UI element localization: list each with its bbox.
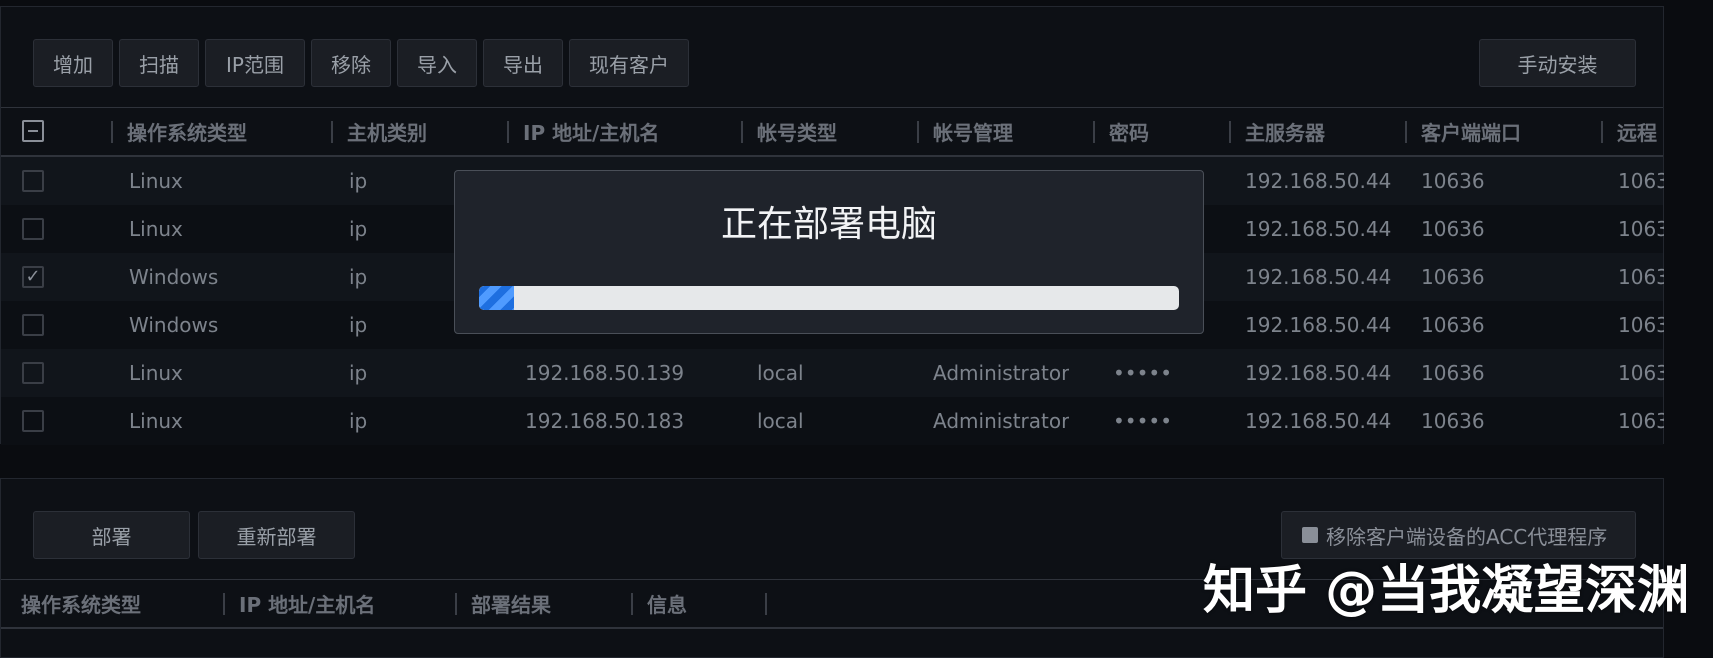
os-type-cell: Linux xyxy=(129,361,183,385)
watermark: 知乎 @当我凝望深渊 xyxy=(1203,561,1690,621)
os-type-cell: Linux xyxy=(129,169,183,193)
export-button[interactable]: 导出 xyxy=(483,39,563,87)
client-port-cell: 10636 xyxy=(1421,169,1485,193)
host-type-cell: ip xyxy=(349,409,368,433)
remove-acc-label: 移除客户端设备的ACC代理程序 xyxy=(1326,524,1608,549)
table-header: 操作系统类型 主机类别 IP 地址/主机名 帐号类型 帐号管理 密码 主服务器 … xyxy=(1,107,1663,157)
main-server-cell: 192.168.50.44 xyxy=(1245,217,1392,241)
ip-cell: 192.168.50.183 xyxy=(525,409,685,433)
client-port-cell: 10636 xyxy=(1421,217,1485,241)
deploy-col-result[interactable]: 部署结果 xyxy=(455,580,551,627)
deploy-progress-fill xyxy=(479,286,514,310)
deploy-progress-bar xyxy=(479,286,1179,310)
deploy-col-os-type[interactable]: 操作系统类型 xyxy=(21,580,141,627)
table-row[interactable]: Linux ip 192.168.50.139 local Administrator •… xyxy=(1,349,1664,397)
select-all-checkbox[interactable] xyxy=(22,120,44,142)
main-server-cell: 192.168.50.44 xyxy=(1245,409,1392,433)
account-type-cell: local xyxy=(757,409,804,433)
row-checkbox[interactable] xyxy=(22,218,44,240)
col-account-management[interactable]: 帐号管理 xyxy=(917,108,1013,155)
ip-range-button[interactable]: IP范围 xyxy=(205,39,305,87)
ip-cell: 192.168.50.139 xyxy=(525,361,685,385)
remote-cell: 1063 xyxy=(1618,409,1664,433)
deploying-dialog: 正在部署电脑 xyxy=(454,170,1204,334)
main-server-cell: 192.168.50.44 xyxy=(1245,265,1392,289)
os-type-cell: Windows xyxy=(129,265,219,289)
main-server-cell: 192.168.50.44 xyxy=(1245,361,1392,385)
import-button[interactable]: 导入 xyxy=(397,39,477,87)
existing-clients-button[interactable]: 现有客户 xyxy=(569,39,689,87)
host-type-cell: ip xyxy=(349,217,368,241)
host-type-cell: ip xyxy=(349,265,368,289)
account-type-cell: local xyxy=(757,361,804,385)
main-server-cell: 192.168.50.44 xyxy=(1245,169,1392,193)
host-type-cell: ip xyxy=(349,313,368,337)
deploy-button[interactable]: 部署 xyxy=(33,511,190,559)
col-ip-hostname[interactable]: IP 地址/主机名 xyxy=(507,108,659,155)
client-port-cell: 10636 xyxy=(1421,265,1485,289)
col-main-server[interactable]: 主服务器 xyxy=(1229,108,1325,155)
account-cell: Administrator xyxy=(933,361,1070,385)
deploy-col-info[interactable]: 信息 xyxy=(631,580,687,627)
scan-button[interactable]: 扫描 xyxy=(119,39,199,87)
row-checkbox[interactable] xyxy=(22,170,44,192)
remove-button[interactable]: 移除 xyxy=(311,39,391,87)
client-port-cell: 10636 xyxy=(1421,361,1485,385)
add-button[interactable]: 增加 xyxy=(33,39,113,87)
client-port-cell: 10636 xyxy=(1421,313,1485,337)
remote-cell: 1063 xyxy=(1618,169,1664,193)
os-type-cell: Linux xyxy=(129,217,183,241)
account-cell: Administrator xyxy=(933,409,1070,433)
col-remote[interactable]: 远程 xyxy=(1601,108,1657,155)
table-row[interactable]: Linux ip 192.168.50.183 local Administrator •… xyxy=(1,397,1664,445)
host-type-cell: ip xyxy=(349,169,368,193)
password-cell: ••••• xyxy=(1113,361,1172,385)
password-cell: ••••• xyxy=(1113,409,1172,433)
os-type-cell: Linux xyxy=(129,409,183,433)
remote-cell: 1063 xyxy=(1618,265,1664,289)
remote-cell: 1063 xyxy=(1618,361,1664,385)
col-host-type[interactable]: 主机类别 xyxy=(331,108,427,155)
remote-cell: 1063 xyxy=(1618,217,1664,241)
col-account-type[interactable]: 帐号类型 xyxy=(741,108,837,155)
row-checkbox[interactable] xyxy=(22,314,44,336)
row-checkbox[interactable]: ✓ xyxy=(22,266,44,288)
deploy-col-end xyxy=(765,580,781,627)
remote-cell: 1063 xyxy=(1618,313,1664,337)
remove-acc-checkbox[interactable] xyxy=(1302,527,1318,543)
manual-install-button[interactable]: 手动安装 xyxy=(1479,39,1636,87)
col-os-type[interactable]: 操作系统类型 xyxy=(111,108,247,155)
row-checkbox[interactable] xyxy=(22,410,44,432)
client-port-cell: 10636 xyxy=(1421,409,1485,433)
col-client-port[interactable]: 客户端端口 xyxy=(1405,108,1521,155)
host-type-cell: ip xyxy=(349,361,368,385)
os-type-cell: Windows xyxy=(129,313,219,337)
redeploy-button[interactable]: 重新部署 xyxy=(198,511,355,559)
dialog-title: 正在部署电脑 xyxy=(720,204,937,245)
deploy-col-ip-hostname[interactable]: IP 地址/主机名 xyxy=(223,580,375,627)
row-checkbox[interactable] xyxy=(22,362,44,384)
col-password[interactable]: 密码 xyxy=(1093,108,1149,155)
main-server-cell: 192.168.50.44 xyxy=(1245,313,1392,337)
